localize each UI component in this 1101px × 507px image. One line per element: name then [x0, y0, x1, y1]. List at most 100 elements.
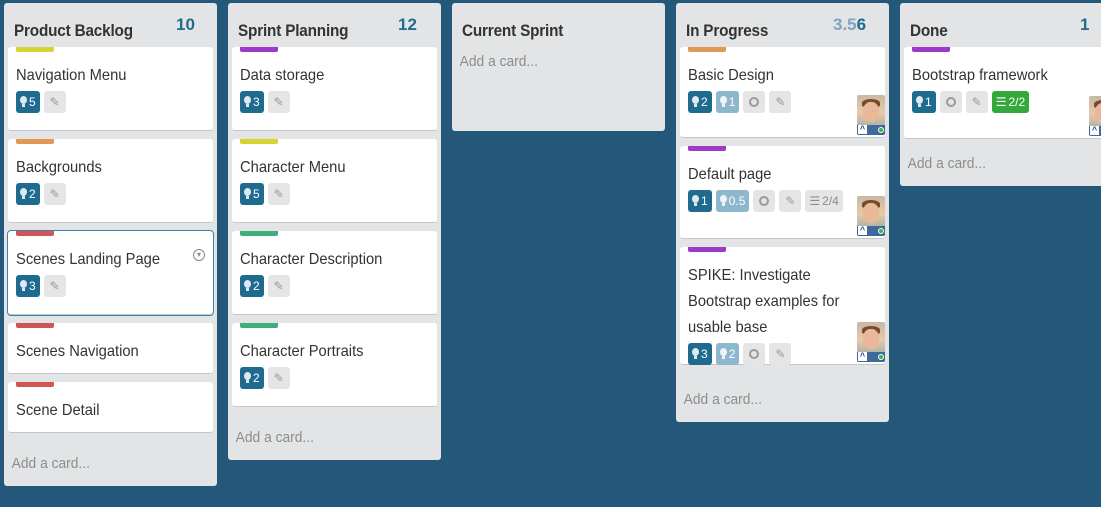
card-character-menu[interactable]: Character Menu 5 ✎	[232, 139, 437, 223]
lightbulb-icon	[244, 188, 251, 200]
list-title[interactable]: Current Sprint	[462, 21, 563, 41]
add-card-link[interactable]: Add a card...	[456, 47, 645, 80]
chevron-up-icon: ^	[858, 351, 867, 361]
checklist-badge: ☰ 2/4	[805, 190, 843, 212]
list-sprint-planning: Sprint Planning 12 Data storage 3 ✎ Char…	[228, 3, 441, 460]
card-title: Bootstrap framework	[912, 67, 1048, 84]
online-status-icon	[878, 228, 884, 234]
lightbulb-icon	[719, 96, 727, 108]
pencil-icon: ✎	[775, 347, 786, 361]
add-card-link[interactable]: Add a card...	[8, 441, 197, 482]
list-title[interactable]: In Progress	[686, 21, 768, 41]
card-title: Character Portraits	[240, 343, 364, 360]
edit-button[interactable]: ✎	[769, 91, 792, 113]
list-title[interactable]: Product Backlog	[14, 21, 133, 41]
card-backgrounds[interactable]: Backgrounds 2 ✎	[8, 139, 213, 223]
estimate-badge: 2	[16, 183, 40, 205]
avatar[interactable]: ^	[857, 95, 885, 135]
edit-button[interactable]: ✎	[267, 91, 290, 113]
card-menu-icon[interactable]: ▾	[193, 249, 205, 261]
card-scene-detail[interactable]: Scene Detail	[8, 382, 213, 433]
add-card-link[interactable]: Add a card...	[680, 373, 869, 418]
lightbulb-icon	[916, 96, 923, 108]
edit-button[interactable]: ✎	[43, 183, 66, 205]
card-bootstrap-framework[interactable]: Bootstrap framework 1 ✎ ☰ 2/2 ^	[904, 47, 1101, 139]
watch-button[interactable]	[743, 91, 766, 113]
avatar[interactable]: ^	[857, 322, 885, 362]
card-data-storage[interactable]: Data storage 3 ✎	[232, 47, 437, 131]
pencil-icon: ✎	[775, 95, 786, 109]
lightbulb-icon	[20, 280, 27, 292]
card-character-description[interactable]: Character Description 2 ✎	[232, 231, 437, 315]
edit-button[interactable]: ✎	[43, 91, 66, 113]
spent-badge: 0.5	[715, 190, 750, 212]
estimate-badge: 2	[688, 91, 712, 113]
spent-badge: 2	[715, 343, 740, 365]
card-title: Backgrounds	[16, 159, 102, 176]
lightbulb-icon	[692, 96, 699, 108]
list-title[interactable]: Sprint Planning	[238, 21, 349, 41]
edit-button[interactable]: ✎	[779, 190, 802, 212]
estimate-badge: 1	[912, 91, 936, 113]
watch-button[interactable]	[743, 343, 766, 365]
card-badges: 1 ✎ ☰ 2/2	[912, 89, 1101, 119]
estimate-badge: 2	[240, 367, 264, 389]
card-scenes-landing-page[interactable]: Scenes Landing Page ▾ 3 ✎	[7, 230, 214, 316]
checklist-icon: ☰	[995, 95, 1007, 109]
list-product-backlog: Product Backlog 10 Navigation Menu 5 ✎ B…	[4, 3, 217, 486]
list-header: Product Backlog 10	[8, 3, 213, 47]
watch-button[interactable]	[753, 190, 776, 212]
pencil-icon: ✎	[49, 279, 60, 293]
estimate-badge: 1	[688, 190, 712, 212]
checklist-icon: ☰	[809, 194, 821, 208]
list-header: In Progress 3.56	[680, 3, 885, 47]
card-navigation-menu[interactable]: Navigation Menu 5 ✎	[8, 47, 213, 131]
card-title: Default page	[688, 166, 772, 183]
card-title: Data storage	[240, 67, 325, 84]
card-title: Character Description	[240, 251, 383, 268]
avatar[interactable]: ^	[857, 196, 885, 236]
online-status-icon	[878, 354, 884, 360]
card-badges: 5 ✎	[16, 89, 205, 119]
add-card-link[interactable]: Add a card...	[904, 147, 1093, 182]
pencil-icon: ✎	[49, 187, 60, 201]
pencil-icon: ✎	[273, 187, 284, 201]
card-spike-investigate-bootstrap[interactable]: SPIKE: Investigate Bootstrap examples fo…	[680, 247, 885, 365]
list-points-total: 1	[1080, 15, 1090, 34]
estimate-badge: 2	[240, 275, 264, 297]
watch-button[interactable]	[939, 91, 962, 113]
card-character-portraits[interactable]: Character Portraits 2 ✎	[232, 323, 437, 407]
list-points-total: 10	[176, 15, 195, 34]
card-default-page[interactable]: Default page 1 0.5 ✎ ☰ 2/4 ^	[680, 146, 885, 239]
lightbulb-icon	[20, 96, 27, 108]
list-title[interactable]: Done	[910, 21, 948, 41]
edit-button[interactable]: ✎	[267, 367, 290, 389]
edit-button[interactable]: ✎	[267, 183, 290, 205]
eye-icon	[945, 97, 956, 107]
card-badges: 3 ✎	[16, 273, 205, 303]
chevron-up-icon: ^	[858, 124, 867, 134]
edit-button[interactable]: ✎	[965, 91, 988, 113]
avatar[interactable]: ^	[1089, 96, 1101, 136]
card-badges: 2 1 ✎	[688, 89, 877, 119]
estimate-badge: 5	[16, 91, 40, 113]
card-basic-design[interactable]: Basic Design 2 1 ✎ ^	[680, 47, 885, 138]
card-title: Scenes Landing Page	[16, 251, 161, 268]
checklist-badge: ☰ 2/2	[991, 91, 1030, 113]
estimate-badge: 5	[240, 183, 264, 205]
edit-button[interactable]: ✎	[267, 275, 290, 297]
card-title: Navigation Menu	[16, 67, 127, 84]
pencil-icon: ✎	[49, 95, 60, 109]
card-scenes-navigation[interactable]: Scenes Navigation	[8, 323, 213, 374]
edit-button[interactable]: ✎	[769, 343, 792, 365]
eye-icon	[749, 97, 760, 107]
card-title: Scene Detail	[16, 402, 100, 419]
card-badges: 2 ✎	[16, 181, 205, 211]
edit-button[interactable]: ✎	[43, 275, 66, 297]
pencil-icon: ✎	[785, 194, 796, 208]
card-title: Character Menu	[240, 159, 346, 176]
points-spent-total: 3.5	[833, 15, 857, 34]
add-card-link[interactable]: Add a card...	[232, 415, 421, 456]
estimate-badge: 3	[240, 91, 264, 113]
lightbulb-icon	[244, 96, 251, 108]
